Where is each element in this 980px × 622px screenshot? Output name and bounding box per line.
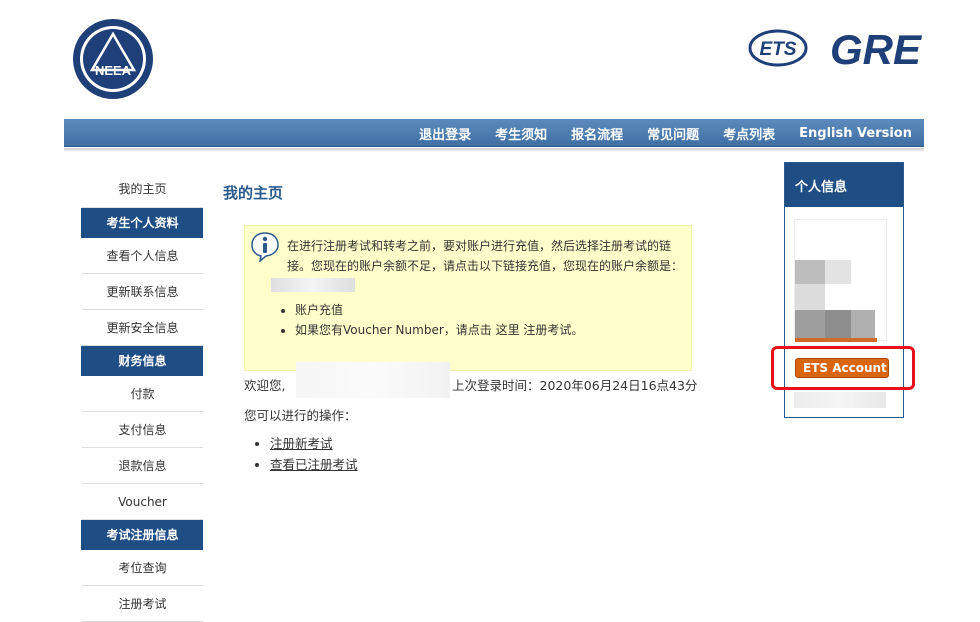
last-login-time: 上次登录时间：2020年06月24日16点43分 — [452, 378, 698, 393]
sidebar-item-home[interactable]: 我的主页 — [82, 170, 203, 208]
highlight-box — [771, 346, 915, 390]
blurred-username — [296, 362, 450, 398]
nav-faq[interactable]: 常见问题 — [647, 124, 699, 143]
photo-blur — [795, 284, 825, 310]
register-new-exam-link[interactable]: 注册新考试 — [270, 436, 333, 451]
neea-logo: NEEA — [73, 19, 153, 99]
notice-item-recharge[interactable]: 账户充值 — [295, 300, 583, 320]
sidebar-item-update-security[interactable]: 更新安全信息 — [82, 310, 203, 346]
operations-title: 您可以进行的操作： — [244, 408, 357, 423]
page-title: 我的主页 — [223, 184, 284, 202]
list-item: 查看已注册考试 — [270, 454, 358, 475]
blurred-info-row — [794, 392, 886, 408]
nav-english-version[interactable]: English Version — [799, 126, 912, 141]
welcome-text: 欢迎您, — [244, 378, 286, 393]
nav-logout[interactable]: 退出登录 — [419, 124, 471, 143]
ets-gre-logo: ETS GRE — [748, 26, 923, 72]
operations-list: 注册新考试 查看已注册考试 — [258, 433, 358, 475]
sidebar-item-register-exam[interactable]: 注册考试 — [82, 586, 203, 622]
notice-item-voucher[interactable]: 如果您有Voucher Number，请点击 这里 注册考试。 — [295, 320, 583, 340]
sidebar-section-profile: 考生个人资料 — [81, 208, 203, 238]
nav-registration-process[interactable]: 报名流程 — [571, 124, 623, 143]
nav-shadow — [64, 148, 924, 152]
nav-test-center-list[interactable]: 考点列表 — [723, 124, 775, 143]
top-navigation-bar: 退出登录 考生须知 报名流程 常见问题 考点列表 English Version — [64, 119, 924, 147]
svg-text:NEEA: NEEA — [95, 63, 132, 78]
photo-blur — [825, 260, 851, 284]
view-registered-exams-link[interactable]: 查看已注册考试 — [270, 457, 358, 472]
candidate-photo — [794, 219, 887, 342]
sidebar-item-refund-info[interactable]: 退款信息 — [82, 448, 203, 484]
sidebar-item-view-profile[interactable]: 查看个人信息 — [82, 238, 203, 274]
svg-text:ETS: ETS — [760, 39, 797, 60]
notice-message: 在进行注册考试和转考之前，要对账户进行充值，然后选择注册考试的链接。您现在的账户… — [287, 239, 684, 273]
photo-blur — [851, 310, 875, 338]
sidebar-item-seat-search[interactable]: 考位查询 — [82, 550, 203, 586]
photo-blur — [795, 338, 877, 342]
sidebar-item-voucher[interactable]: Voucher — [82, 484, 203, 520]
photo-blur — [795, 310, 825, 338]
photo-blur — [795, 260, 825, 284]
sidebar-item-update-contact[interactable]: 更新联系信息 — [82, 274, 203, 310]
sidebar-section-registration: 考试注册信息 — [81, 520, 203, 550]
personal-info-title: 个人信息 — [785, 163, 903, 207]
blurred-balance — [271, 278, 355, 292]
photo-blur — [825, 310, 851, 338]
info-icon — [251, 232, 279, 262]
sidebar-section-finance: 财务信息 — [81, 346, 203, 376]
list-item: 注册新考试 — [270, 433, 358, 454]
notice-list: 账户充值 如果您有Voucher Number，请点击 这里 注册考试。 — [295, 300, 583, 340]
sidebar-item-payment[interactable]: 付款 — [82, 376, 203, 412]
left-sidebar: 我的主页 考生个人资料 查看个人信息 更新联系信息 更新安全信息 财务信息 付款… — [81, 170, 203, 622]
sidebar-item-payment-info[interactable]: 支付信息 — [82, 412, 203, 448]
balance-notice: 在进行注册考试和转考之前，要对账户进行充值，然后选择注册考试的链接。您现在的账户… — [244, 225, 692, 371]
svg-text:GRE: GRE — [830, 26, 923, 72]
nav-candidate-notice[interactable]: 考生须知 — [495, 124, 547, 143]
